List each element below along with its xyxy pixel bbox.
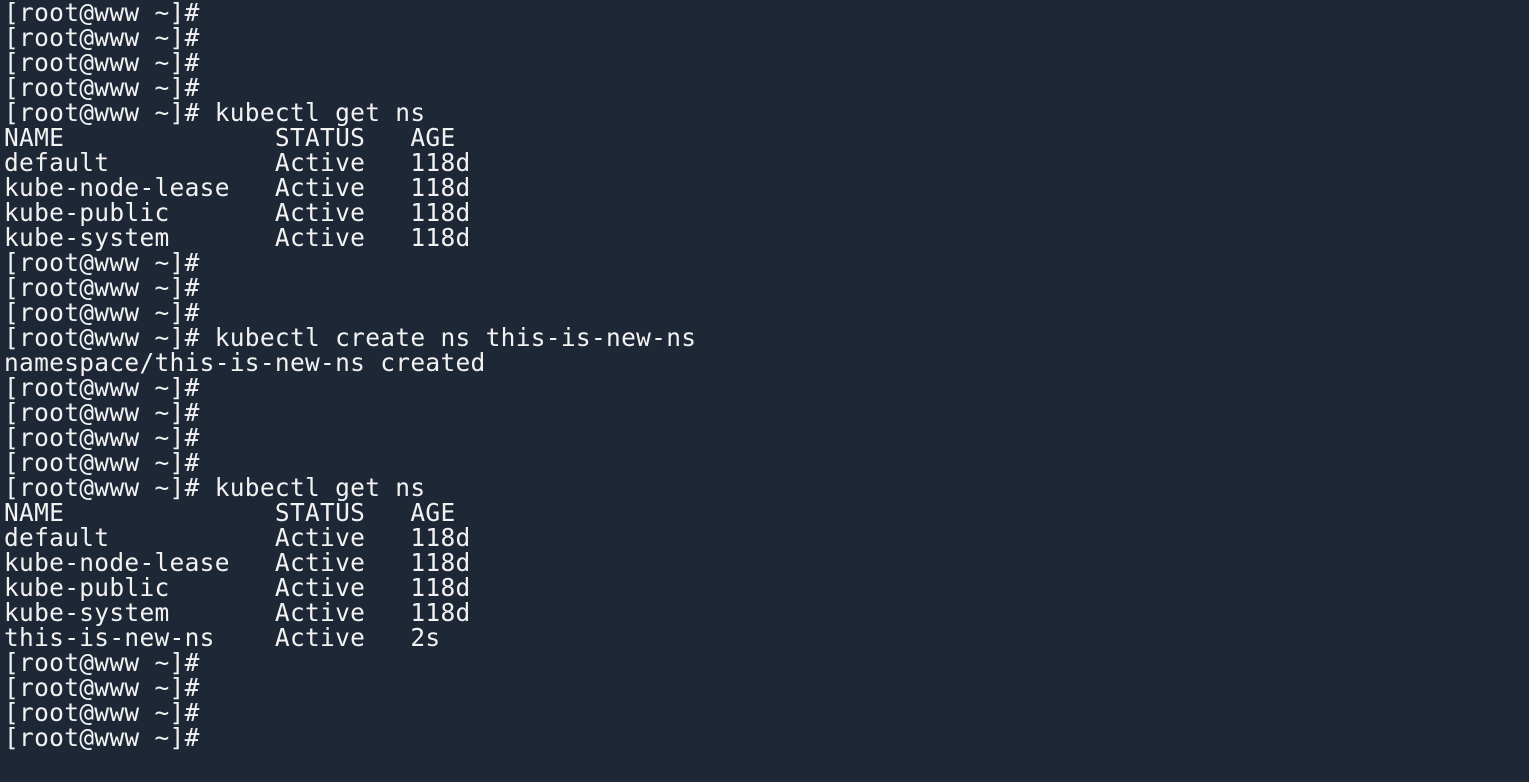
prompt-line: [root@www ~]# <box>4 450 1529 475</box>
prompt-line: [root@www ~]# <box>4 650 1529 675</box>
prompt-line: [root@www ~]# <box>4 675 1529 700</box>
prompt-line: [root@www ~]# <box>4 300 1529 325</box>
output-line: default Active 118d <box>4 525 1529 550</box>
prompt-line: [root@www ~]# <box>4 275 1529 300</box>
prompt-line: [root@www ~]# <box>4 50 1529 75</box>
output-line: kube-node-lease Active 118d <box>4 175 1529 200</box>
shell-prompt: [root@www ~]# <box>4 723 200 752</box>
output-line: namespace/this-is-new-ns created <box>4 350 1529 375</box>
terminal-window[interactable]: [root@www ~]# [root@www ~]# [root@www ~]#[… <box>0 0 1529 782</box>
output-line: NAME STATUS AGE <box>4 125 1529 150</box>
output-line: default Active 118d <box>4 150 1529 175</box>
output-line: this-is-new-ns Active 2s <box>4 625 1529 650</box>
output-line: NAME STATUS AGE <box>4 500 1529 525</box>
prompt-line: [root@www ~]# <box>4 700 1529 725</box>
prompt-line: [root@www ~]# <box>4 25 1529 50</box>
output-line: kube-public Active 118d <box>4 200 1529 225</box>
command-line: [root@www ~]# kubectl create ns this-is-… <box>4 325 1529 350</box>
output-line: kube-node-lease Active 118d <box>4 550 1529 575</box>
output-line: kube-public Active 118d <box>4 575 1529 600</box>
prompt-line: [root@www ~]# <box>4 375 1529 400</box>
prompt-line: [root@www ~]# <box>4 425 1529 450</box>
output-line: kube-system Active 118d <box>4 225 1529 250</box>
command-line: [root@www ~]# kubectl get ns <box>4 100 1529 125</box>
output-line: kube-system Active 118d <box>4 600 1529 625</box>
prompt-line: [root@www ~]# <box>4 250 1529 275</box>
prompt-line: [root@www ~]# <box>4 725 1529 750</box>
prompt-line: [root@www ~]# <box>4 75 1529 100</box>
prompt-line: [root@www ~]# <box>4 0 1529 25</box>
command-line: [root@www ~]# kubectl get ns <box>4 475 1529 500</box>
prompt-line: [root@www ~]# <box>4 400 1529 425</box>
